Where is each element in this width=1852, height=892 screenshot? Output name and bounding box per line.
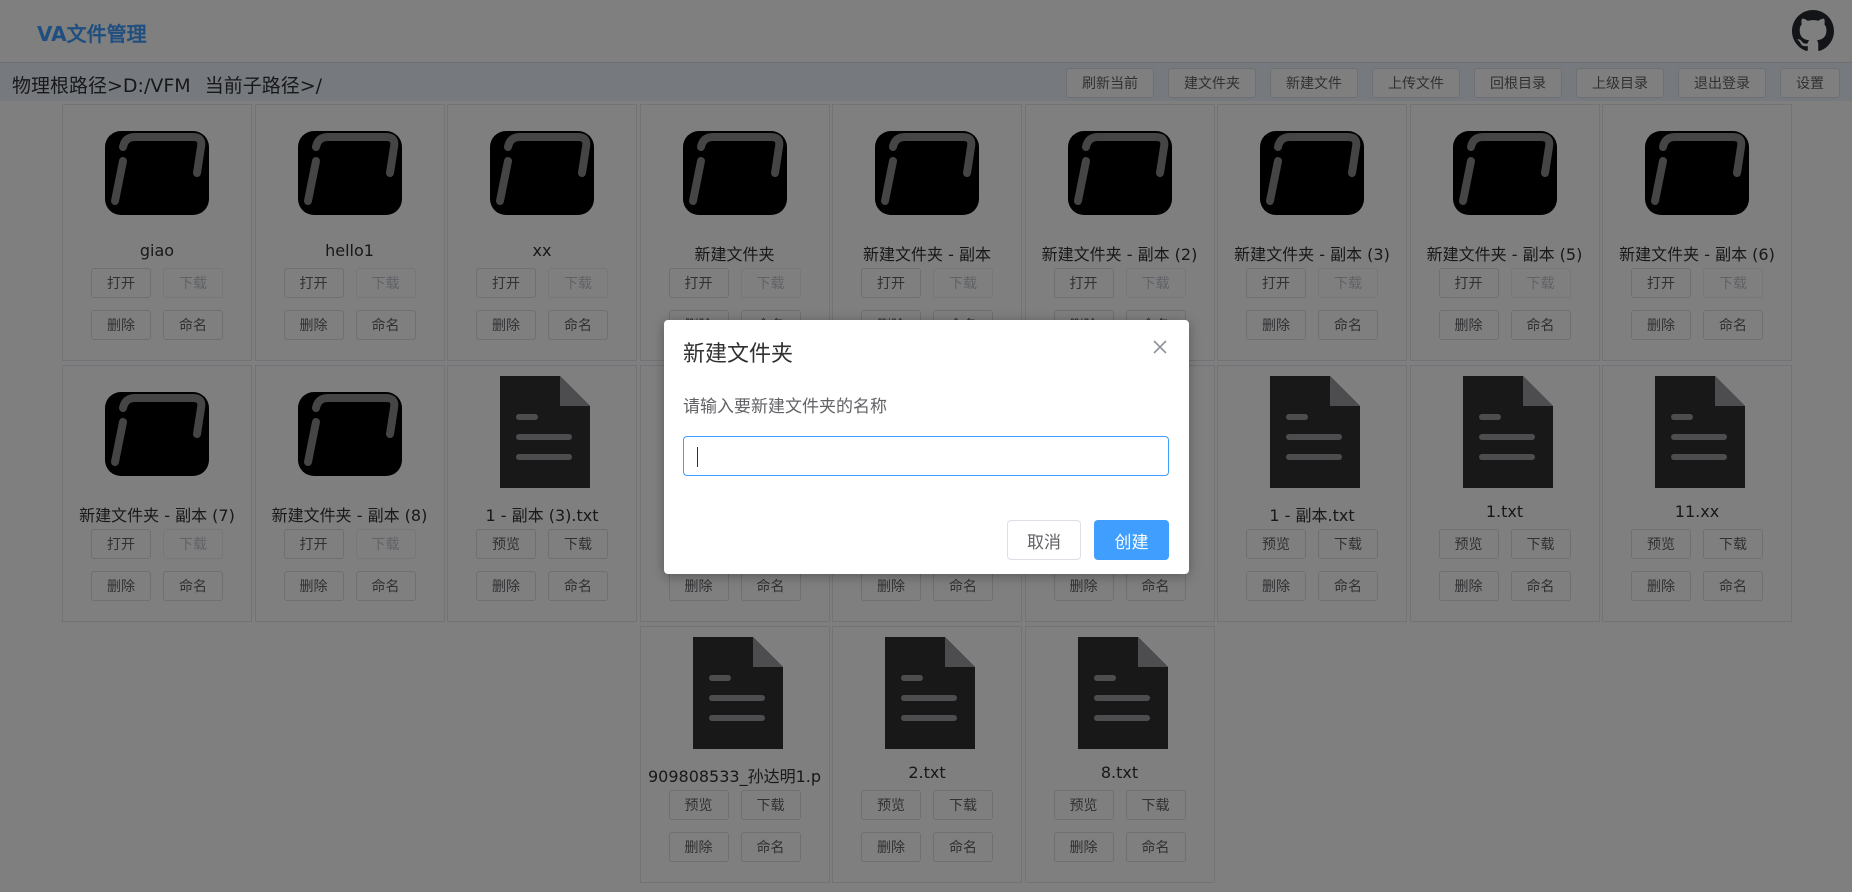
new-folder-dialog: 新建文件夹 请输入要新建文件夹的名称 取消 创建 [664,320,1189,574]
close-icon[interactable] [1151,338,1169,356]
dialog-message: 请输入要新建文件夹的名称 [683,397,887,417]
text-caret [697,447,698,467]
folder-name-input[interactable] [683,436,1169,476]
cancel-button[interactable]: 取消 [1007,520,1081,560]
dialog-title: 新建文件夹 [683,342,794,367]
create-button[interactable]: 创建 [1094,520,1169,560]
